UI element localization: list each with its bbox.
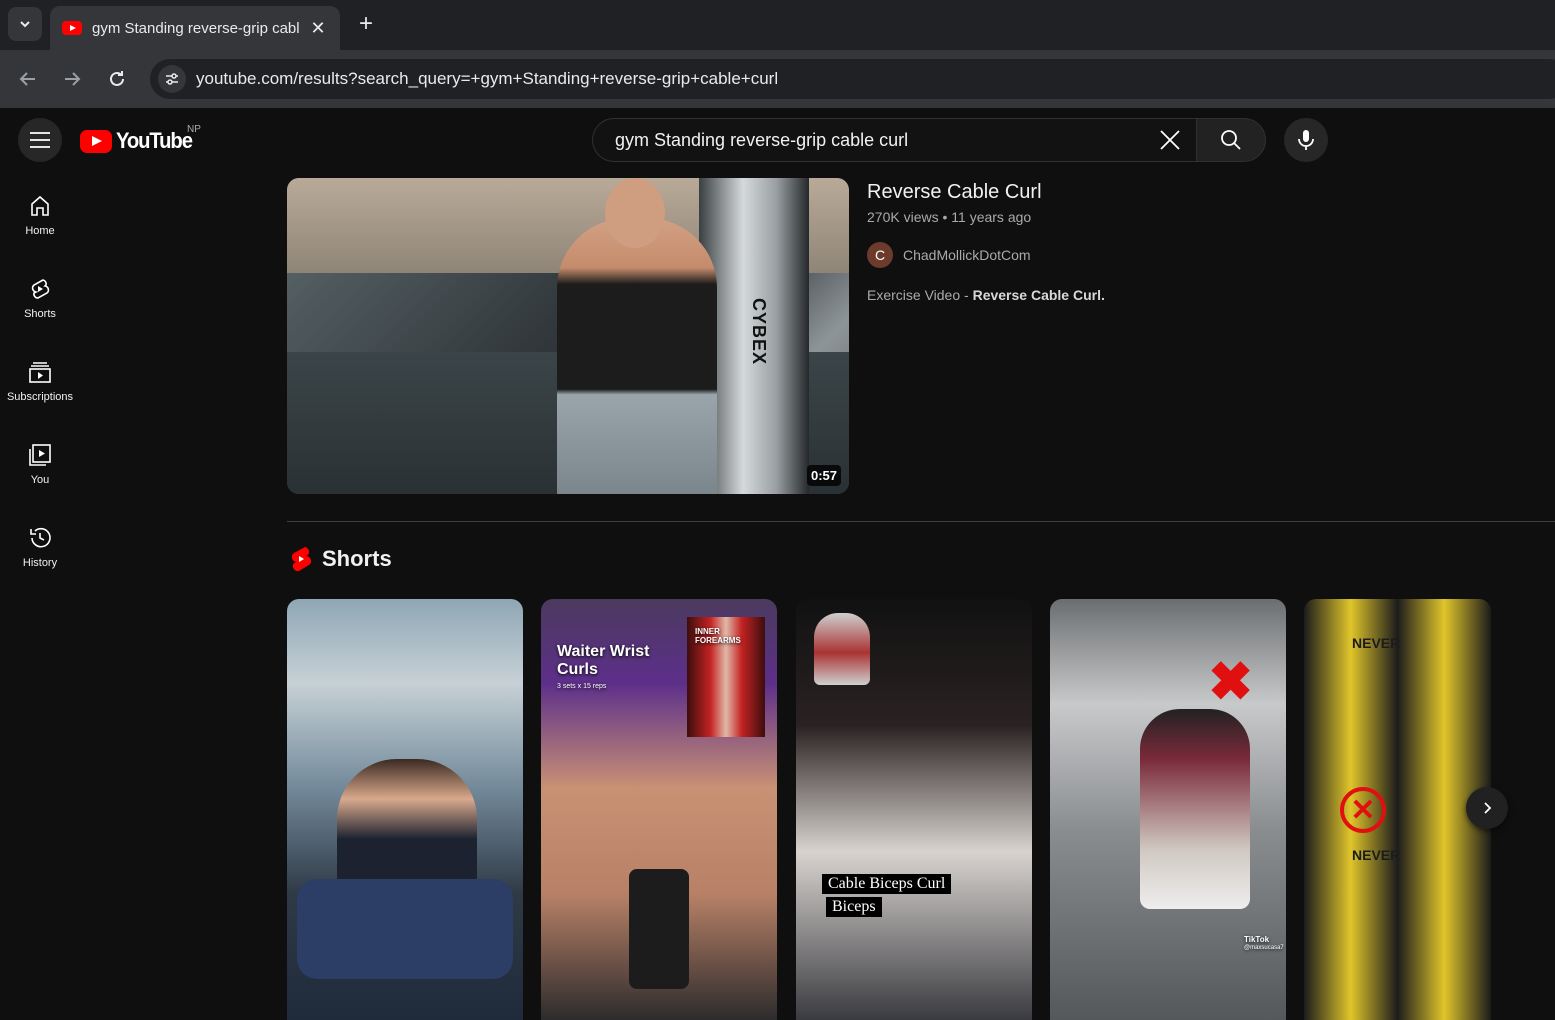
- short-overlay-sub: 3 sets x 15 reps: [557, 683, 607, 690]
- channel-name[interactable]: ChadMollickDotCom: [903, 247, 1031, 263]
- country-code: NP: [187, 124, 201, 135]
- wrong-form-x-icon: ✖: [1208, 652, 1254, 712]
- guide-item-label: You: [30, 474, 50, 486]
- guide-item-subscriptions[interactable]: Subscriptions: [0, 338, 80, 421]
- channel-link[interactable]: C ChadMollickDotCom: [867, 242, 1031, 268]
- history-icon: [30, 527, 51, 548]
- you-icon: [29, 444, 51, 466]
- dumbbell: [629, 869, 689, 989]
- reload-icon: [110, 71, 124, 86]
- forearm-inset: INNER FOREARMS: [687, 617, 765, 737]
- guide-item-you[interactable]: You: [0, 421, 80, 504]
- guide-item-label: Shorts: [24, 308, 56, 320]
- shorts-logo-icon: [291, 547, 311, 572]
- short-overlay-title: Waiter Wrist Curls: [557, 643, 650, 678]
- description-highlight: Reverse Cable Curl.: [972, 287, 1105, 303]
- guide-item-label: Home: [25, 225, 55, 237]
- youtube-play-icon: [80, 129, 112, 153]
- wrong-form-circle-icon: ✕: [1340, 787, 1386, 833]
- anatomy-inset: [814, 613, 870, 685]
- short-card[interactable]: ✖ TikTok @maxsucasa7: [1050, 599, 1286, 1020]
- tiktok-handle: @maxsucasa7: [1244, 945, 1284, 951]
- search-box[interactable]: gym Standing reverse-grip cable curl: [592, 118, 1196, 162]
- athlete-head: [605, 178, 665, 248]
- short-overlay-never-2: NEVER: [1352, 847, 1401, 863]
- search-button[interactable]: [1196, 118, 1266, 162]
- browser-tabbar: gym Standing reverse-grip cabl ✕ +: [0, 0, 1555, 50]
- guide-item-home[interactable]: Home: [0, 172, 80, 255]
- description-text: Exercise Video -: [867, 287, 973, 303]
- site-info-icon[interactable]: [158, 65, 186, 93]
- short-caption-title: Cable Biceps Curl: [822, 874, 952, 894]
- duration-badge: 0:57: [806, 465, 841, 486]
- video-title[interactable]: Reverse Cable Curl: [867, 181, 1042, 204]
- guide-item-label: History: [22, 557, 58, 569]
- browser-toolbar: youtube.com/results?search_query=+gym+St…: [0, 50, 1555, 108]
- chevron-right-icon: [1484, 802, 1492, 814]
- logo-wordmark: YouTube: [116, 128, 193, 153]
- guide-item-history[interactable]: History: [0, 504, 80, 587]
- search-input[interactable]: gym Standing reverse-grip cable curl: [615, 130, 1148, 151]
- short-card[interactable]: NEVER NEVER ✕: [1304, 599, 1491, 1020]
- tiktok-watermark: TikTok: [1244, 935, 1270, 944]
- shorts-shelf-header: Shorts: [290, 546, 392, 572]
- video-thumbnail[interactable]: CYBEX 0:57: [287, 178, 849, 494]
- short-card[interactable]: Cable Biceps Curl Biceps: [796, 599, 1032, 1020]
- clear-search-button[interactable]: [1148, 118, 1192, 162]
- video-description: Exercise Video - Reverse Cable Curl.: [867, 287, 1105, 303]
- short-overlay-never: NEVER: [1352, 635, 1401, 651]
- tab-search-button[interactable]: [8, 7, 42, 41]
- arrow-left-icon: [19, 72, 35, 86]
- youtube-favicon-icon: [62, 21, 82, 35]
- guide-item-label: Subscriptions: [6, 391, 74, 403]
- short-caption-sub: Biceps: [826, 897, 882, 917]
- hamburger-icon: [30, 132, 50, 148]
- guide-item-shorts[interactable]: Shorts: [0, 255, 80, 338]
- short-card[interactable]: [287, 599, 523, 1020]
- chevron-down-icon: [20, 21, 30, 28]
- mini-guide: Home Shorts Subscriptions You History: [0, 172, 80, 587]
- forward-button[interactable]: [56, 63, 88, 95]
- new-tab-button[interactable]: +: [352, 10, 380, 38]
- guide-menu-button[interactable]: [18, 118, 62, 162]
- back-button[interactable]: [12, 63, 44, 95]
- video-meta: 270K views • 11 years ago: [867, 209, 1032, 225]
- voice-search-button[interactable]: [1284, 118, 1328, 162]
- address-bar[interactable]: youtube.com/results?search_query=+gym+St…: [150, 59, 1555, 99]
- browser-tab[interactable]: gym Standing reverse-grip cabl ✕: [50, 6, 340, 50]
- youtube-header: YouTube NP gym Standing reverse-grip cab…: [0, 108, 1555, 172]
- home-icon: [31, 195, 49, 216]
- url-text: youtube.com/results?search_query=+gym+St…: [196, 69, 779, 88]
- inset-label: INNER FOREARMS: [695, 627, 741, 645]
- shorts-icon: [31, 279, 50, 299]
- preacher-bench: [297, 879, 513, 979]
- youtube-logo[interactable]: YouTube: [80, 128, 198, 154]
- short-person: [1140, 709, 1250, 909]
- tab-close-icon[interactable]: ✕: [308, 18, 328, 39]
- search-icon: [1221, 130, 1241, 150]
- athlete-figure: [557, 218, 717, 494]
- close-icon: [1160, 130, 1180, 150]
- subscriptions-icon: [29, 362, 51, 383]
- arrow-right-icon: [65, 72, 81, 86]
- microphone-icon: [1298, 130, 1314, 150]
- tab-title: gym Standing reverse-grip cabl: [92, 19, 300, 37]
- machine-brand-text: CYBEX: [749, 298, 769, 366]
- shorts-next-button[interactable]: [1466, 787, 1508, 829]
- section-divider: [287, 521, 1555, 522]
- shorts-heading: Shorts: [322, 546, 392, 571]
- short-card[interactable]: Waiter Wrist Curls 3 sets x 15 reps INNE…: [541, 599, 777, 1020]
- channel-avatar[interactable]: C: [867, 242, 893, 268]
- reload-button[interactable]: [101, 63, 133, 95]
